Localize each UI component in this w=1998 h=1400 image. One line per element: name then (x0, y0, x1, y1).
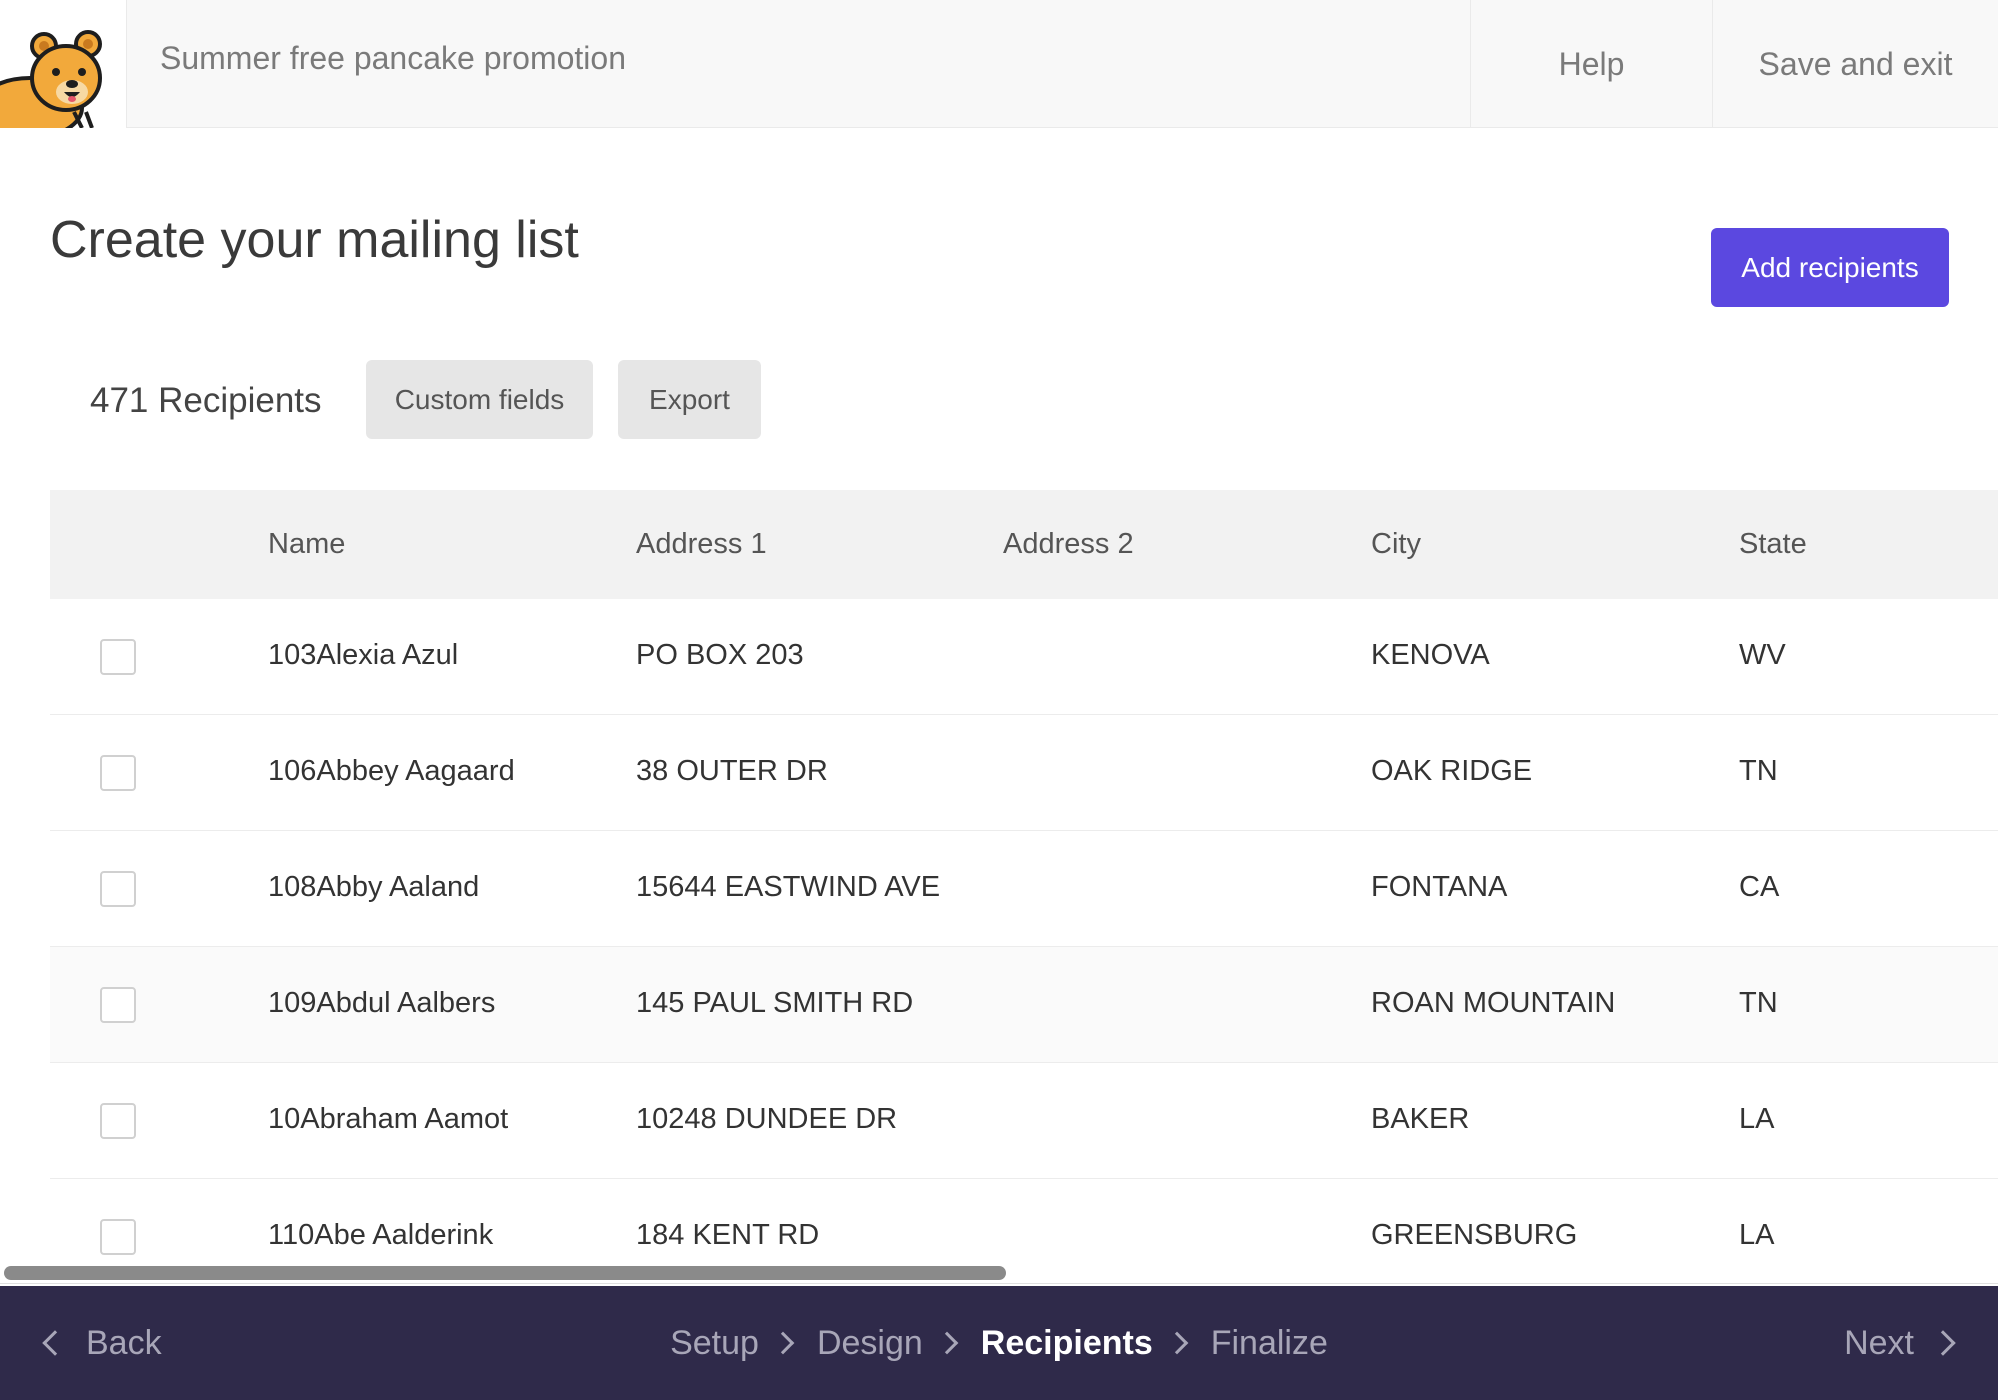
step-design[interactable]: Design (817, 1324, 923, 1363)
cell-address1: 10248 DUNDEE DR (636, 1103, 898, 1135)
help-link[interactable]: Help (1470, 0, 1712, 128)
cell-name: 108Abby Aaland (268, 871, 480, 903)
table-row[interactable]: 103Alexia Azul PO BOX 203 KENOVA WV (50, 599, 1998, 715)
column-header-state[interactable]: State (1739, 528, 1807, 561)
cell-name: 103Alexia Azul (268, 639, 459, 671)
save-and-exit-link[interactable]: Save and exit (1712, 0, 1998, 128)
chevron-right-icon (1930, 1330, 1956, 1356)
cell-address1: 184 KENT RD (636, 1219, 820, 1251)
table-header: Name Address 1 Address 2 City State (50, 490, 1998, 599)
row-checkbox[interactable] (100, 1219, 136, 1255)
column-header-address1[interactable]: Address 1 (636, 528, 767, 561)
cell-city: OAK RIDGE (1371, 755, 1533, 787)
table-row[interactable]: 110Abe Aalderink 184 KENT RD GREENSBURG … (50, 1179, 1998, 1272)
cell-address1: 15644 EASTWIND AVE (636, 871, 941, 903)
step-recipients[interactable]: Recipients (981, 1324, 1153, 1363)
cell-state: TN (1739, 755, 1778, 787)
export-button[interactable]: Export (618, 360, 761, 439)
cell-state: TN (1739, 987, 1778, 1019)
cell-address1: 38 OUTER DR (636, 755, 828, 787)
step-finalize[interactable]: Finalize (1211, 1324, 1328, 1363)
cell-name: 109Abdul Aalbers (268, 987, 496, 1019)
campaign-title: Summer free pancake promotion (160, 40, 626, 76)
quokka-logo-icon (0, 30, 102, 128)
recipient-count: 471 Recipients (90, 381, 322, 420)
footer-nav: Back Setup Design Recipients Finalize Ne… (0, 1286, 1998, 1400)
cell-city: KENOVA (1371, 639, 1490, 671)
chevron-right-icon (771, 1331, 795, 1355)
row-checkbox[interactable] (100, 871, 136, 907)
page-title: Create your mailing list (50, 211, 579, 269)
cell-state: LA (1739, 1219, 1775, 1251)
custom-fields-button[interactable]: Custom fields (366, 360, 593, 439)
chevron-left-icon (42, 1330, 68, 1356)
back-label: Back (86, 1323, 162, 1362)
chevron-right-icon (1165, 1331, 1189, 1355)
horizontal-scrollbar[interactable] (0, 1262, 1998, 1284)
row-checkbox[interactable] (100, 639, 136, 675)
table-row[interactable]: 108Abby Aaland 15644 EASTWIND AVE FONTAN… (50, 831, 1998, 947)
row-checkbox[interactable] (100, 755, 136, 791)
cell-city: BAKER (1371, 1103, 1470, 1135)
top-header: Summer free pancake promotion Help Save … (0, 0, 1998, 128)
cell-city: FONTANA (1371, 871, 1508, 903)
next-button[interactable]: Next (1844, 1286, 1960, 1400)
table-row[interactable]: 109Abdul Aalbers 145 PAUL SMITH RD ROAN … (50, 947, 1998, 1063)
quokka-mascot-logo[interactable] (0, 0, 127, 128)
next-label: Next (1844, 1323, 1914, 1362)
cell-name: 106Abbey Aagaard (268, 755, 515, 787)
back-button[interactable]: Back (38, 1286, 162, 1400)
column-header-address2[interactable]: Address 2 (1003, 528, 1134, 561)
column-header-city[interactable]: City (1371, 528, 1421, 561)
scrollbar-thumb[interactable] (4, 1266, 1006, 1280)
cell-state: WV (1739, 639, 1786, 671)
cell-state: CA (1739, 871, 1780, 903)
cell-state: LA (1739, 1103, 1775, 1135)
column-header-name[interactable]: Name (268, 528, 345, 561)
cell-name: 110Abe Aalderink (268, 1219, 494, 1251)
cell-address1: PO BOX 203 (636, 639, 804, 671)
cell-address1: 145 PAUL SMITH RD (636, 987, 914, 1019)
cell-city: GREENSBURG (1371, 1219, 1578, 1251)
table-row[interactable]: 10Abraham Aamot 10248 DUNDEE DR BAKER LA (50, 1063, 1998, 1179)
cell-name: 10Abraham Aamot (268, 1103, 509, 1135)
add-recipients-button[interactable]: Add recipients (1711, 228, 1949, 307)
table-row[interactable]: 106Abbey Aagaard 38 OUTER DR OAK RIDGE T… (50, 715, 1998, 831)
step-breadcrumb: Setup Design Recipients Finalize (0, 1286, 1998, 1400)
step-setup[interactable]: Setup (670, 1324, 759, 1363)
row-checkbox[interactable] (100, 987, 136, 1023)
recipients-table: Name Address 1 Address 2 City State 103A… (50, 490, 1998, 1272)
cell-city: ROAN MOUNTAIN (1371, 987, 1616, 1019)
chevron-right-icon (935, 1331, 959, 1355)
row-checkbox[interactable] (100, 1103, 136, 1139)
